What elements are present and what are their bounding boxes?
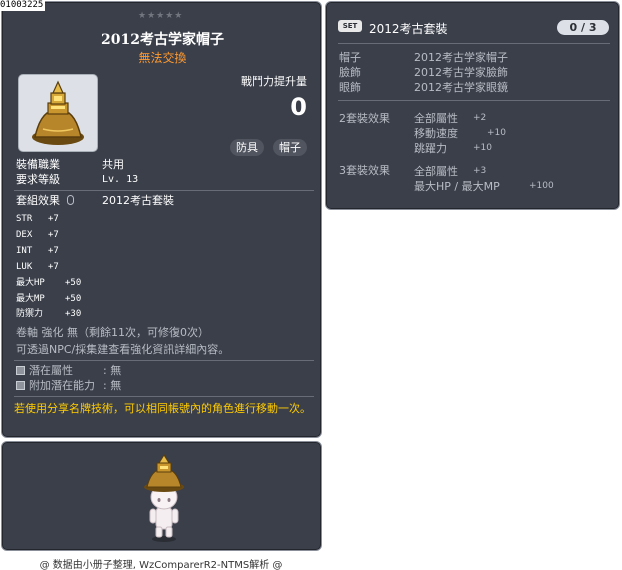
- divider: [14, 190, 314, 191]
- trade-status: 無法交換: [138, 51, 187, 65]
- bonus-potential-icon: [16, 381, 25, 390]
- divider: [14, 360, 314, 361]
- stat-value: +50: [65, 278, 82, 288]
- set-item-slot: 帽子: [339, 51, 361, 64]
- scroll-upgrade-info: 卷軸 強化 無（剩餘11次，可修復0次）: [16, 326, 209, 339]
- stat-name: DEX: [16, 230, 33, 240]
- set-item-slot: 臉飾: [339, 66, 361, 79]
- potential-value: : 無: [103, 364, 122, 377]
- potential-icon: [16, 366, 25, 375]
- set-name: 2012考古套裝: [369, 22, 448, 36]
- item-name: 2012考古学家帽子: [101, 32, 224, 48]
- potential-label: 潛在屬性: [29, 364, 73, 377]
- power-increase-label: 戰鬥力提升量: [241, 75, 307, 88]
- item-tooltip-panel: ★★★★★ 2012考古学家帽子 無法交換 戰鬥力提升量 0 防具 帽子 裝備職…: [1, 1, 322, 438]
- set-item-row: 臉飾 2012考古学家臉飾: [339, 66, 508, 79]
- power-increase-value: 0: [290, 93, 307, 121]
- potential-row: 潛在屬性 : 無: [16, 364, 121, 378]
- footer-credit: @ 数据由小册子整理, WzComparerR2-NTMS解析 @: [39, 560, 283, 570]
- golden-bell-hat-icon: [32, 80, 84, 145]
- set-effect-value: +100: [529, 181, 554, 191]
- stat-value: +7: [48, 262, 59, 272]
- divider: [14, 396, 314, 397]
- set-effect-value: +10: [487, 128, 506, 138]
- stat-row: INT +7: [16, 245, 59, 257]
- mouse-icon: [66, 195, 74, 205]
- bonus-potential-value: : 無: [103, 379, 122, 392]
- item-icon-frame: [18, 74, 98, 152]
- divider: [338, 100, 610, 101]
- stat-name: 最大HP: [16, 278, 45, 288]
- set-item-row: 帽子 2012考古学家帽子: [339, 51, 508, 64]
- set-item-name: 2012考古学家眼鏡: [414, 81, 508, 94]
- set-effect-value: +3: [473, 166, 487, 176]
- stat-name: LUK: [16, 262, 33, 272]
- stat-name: STR: [16, 214, 33, 224]
- stat-row: 最大MP +50: [16, 293, 81, 305]
- level-value: Lv. 13: [102, 174, 139, 185]
- set-effect-stat: 跳躍力: [414, 142, 447, 155]
- bonus-potential-row: 附加潛在能力 : 無: [16, 379, 121, 393]
- set-item-slot: 眼飾: [339, 81, 361, 94]
- stat-name: 防禦力: [16, 309, 44, 319]
- category-tag-armor: 防具: [230, 139, 264, 156]
- divider: [338, 43, 610, 44]
- set-effect-row[interactable]: 套組效果 2012考古套裝: [16, 194, 174, 208]
- set-equipped-count: 0 / 3: [557, 20, 609, 35]
- stat-value: +30: [65, 309, 82, 319]
- stat-row: 防禦力 +30: [16, 308, 81, 320]
- job-value: 共用: [102, 158, 124, 171]
- stat-name: INT: [16, 246, 33, 256]
- stat-row: 最大HP +50: [16, 277, 81, 289]
- category-tag-hat: 帽子: [273, 139, 307, 156]
- name-tag-transfer-notice: 若使用分享名牌技術，可以相同帳號內的角色進行移動一次。: [14, 402, 311, 415]
- stat-value: +7: [48, 246, 59, 256]
- set-item-name: 2012考古学家臉飾: [414, 66, 508, 79]
- level-label: 要求等級: [16, 173, 60, 186]
- set-effect-value: +10: [473, 143, 492, 153]
- job-row: 裝備職業 共用: [16, 158, 124, 172]
- level-row: 要求等級 Lv. 13: [16, 173, 138, 187]
- item-id: 01003225: [0, 0, 46, 11]
- stat-value: +7: [48, 214, 59, 224]
- job-label: 裝備職業: [16, 158, 60, 171]
- set-effect-value: +2: [473, 113, 487, 123]
- set-badge: SET: [338, 20, 362, 32]
- bonus-potential-label: 附加潛在能力: [29, 379, 95, 392]
- set-effect-stat: 最大HP / 最大MP: [414, 180, 500, 193]
- stat-row: LUK +7: [16, 261, 59, 273]
- set-effect-stat: 全部屬性: [414, 112, 458, 125]
- stat-name: 最大MP: [16, 294, 45, 304]
- set-effect-2-label: 2套裝效果: [339, 112, 390, 125]
- stat-value: +50: [65, 294, 82, 304]
- avatar-preview-panel: [1, 441, 322, 551]
- set-effect-stat: 移動速度: [414, 127, 458, 140]
- stat-value: +7: [48, 230, 59, 240]
- enhance-info-text: 可透過NPC/採集建查看強化資訊詳細內容。: [16, 343, 230, 356]
- set-effect-label: 套組效果: [16, 194, 60, 207]
- set-effect-value: 2012考古套裝: [102, 194, 174, 207]
- set-effect-3-label: 3套裝效果: [339, 164, 390, 177]
- star-force-stars: ★★★★★: [138, 11, 184, 21]
- stat-row: DEX +7: [16, 229, 59, 241]
- set-item-name: 2012考古学家帽子: [414, 51, 508, 64]
- set-item-row: 眼飾 2012考古学家眼鏡: [339, 81, 508, 94]
- character-preview: [144, 454, 184, 542]
- set-info-panel: SET 2012考古套裝 0 / 3 帽子 2012考古学家帽子 臉飾 2012考古…: [325, 1, 620, 210]
- set-effect-stat: 全部屬性: [414, 165, 458, 178]
- stat-row: STR +7: [16, 213, 59, 225]
